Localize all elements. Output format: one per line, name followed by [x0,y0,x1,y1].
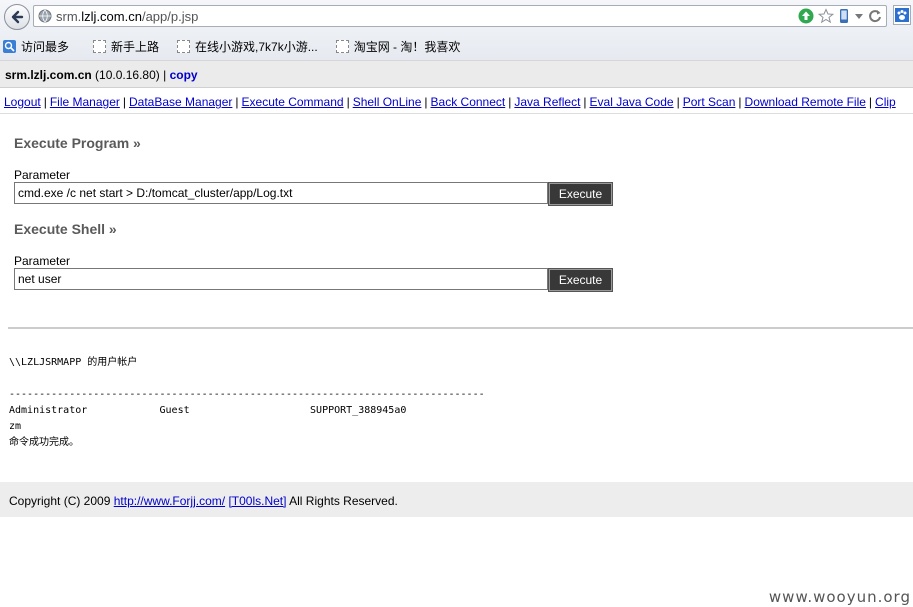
output-line: zm [9,421,22,432]
nav-link-clip[interactable]: Clip [875,95,896,109]
nav-link-back-connect[interactable]: Back Connect [431,95,506,109]
nav-separator: | [43,95,47,109]
execute-program-button[interactable]: Execute [548,182,613,206]
nav-separator: | [583,95,587,109]
nav-link-shell-online[interactable]: Shell OnLine [353,95,422,109]
t00ls-link[interactable]: [T00ls.Net] [228,494,286,508]
execute-program-title: Execute Program » [14,135,141,151]
reload-icon[interactable] [868,8,882,24]
execute-shell-button[interactable]: Execute [548,268,613,292]
nav-link-logout[interactable]: Logout [4,95,41,109]
url-text: srm.lzlj.com.cn/app/p.jsp [56,9,199,24]
host-ip: (10.0.16.80) [95,68,160,82]
most-visited-icon [3,39,16,53]
bookmark-7k7k[interactable]: 在线小游戏,7k7k小游... [177,38,318,55]
mobile-icon[interactable] [838,8,850,24]
host-info-bar: srm.lzlj.com.cn (10.0.16.80) | copy [0,60,913,88]
back-button[interactable] [4,4,30,30]
dropdown-arrow-icon[interactable] [854,8,864,24]
main-nav: Logout | File Manager | DataBase Manager | Exe… [0,88,913,114]
nav-link-database-manager[interactable]: DataBase Manager [129,95,232,109]
page-icon [177,39,191,53]
host-name: srm.lzlj.com.cn [5,68,92,82]
page-icon [93,39,107,53]
star-bookmark-icon[interactable] [818,8,834,24]
browser-toolbar: srm.lzlj.com.cn/app/p.jsp 访问最多 新手上路 在线小游… [0,0,913,60]
baidu-search-button[interactable] [893,5,911,25]
copyright-text: Copyright (C) 2009 [9,494,111,508]
copy-link[interactable]: copy [170,68,198,82]
footer: Copyright (C) 2009 http://www.Forjj.com/… [0,482,913,517]
divider [8,327,913,329]
bookmark-taobao[interactable]: 淘宝网 - 淘！我喜欢 [335,38,460,55]
paw-icon [895,8,909,22]
rights-text: All Rights Reserved. [289,494,398,508]
forjj-link[interactable]: http://www.Forjj.com/ [114,494,225,508]
nav-link-port-scan[interactable]: Port Scan [683,95,736,109]
go-icon[interactable] [798,8,814,24]
nav-separator: | [346,95,350,109]
program-parameter-label: Parameter [14,168,71,182]
nav-link-java-reflect[interactable]: Java Reflect [514,95,580,109]
nav-separator: | [508,95,512,109]
nav-link-execute-command[interactable]: Execute Command [242,95,344,109]
address-bar[interactable]: srm.lzlj.com.cn/app/p.jsp [33,5,887,27]
bookmarks-toolbar: 访问最多 新手上路 在线小游戏,7k7k小游... 淘宝网 - 淘！我喜欢 [0,35,913,57]
nav-separator: | [424,95,428,109]
host-separator: | [163,68,167,82]
output-line: 命令成功完成。 [9,437,79,448]
nav-separator: | [868,95,873,109]
program-parameter-input[interactable] [14,182,548,204]
shell-parameter-input[interactable] [14,268,548,290]
nav-link-file-manager[interactable]: File Manager [50,95,120,109]
nav-separator: | [676,95,680,109]
nav-separator: | [122,95,126,109]
nav-link-eval-java-code[interactable]: Eval Java Code [590,95,674,109]
arrow-left-icon [11,10,24,24]
output-line: \\LZLJSRMAPP 的用户帐户 [9,357,138,368]
command-output: \\LZLJSRMAPP 的用户帐户 ---------------------… [9,355,485,451]
shell-parameter-label: Parameter [14,254,71,268]
output-line: Administrator Guest SUPPORT_388945a0 [9,405,407,416]
watermark: www.wooyun.org [768,588,911,606]
nav-link-download-remote-file[interactable]: Download Remote File [745,95,866,109]
globe-icon [38,9,52,23]
execute-shell-title: Execute Shell » [14,221,117,237]
bookmark-getting-started[interactable]: 新手上路 [93,38,159,55]
nav-separator: | [738,95,742,109]
output-line: ----------------------------------------… [9,389,485,400]
bookmark-most-visited[interactable]: 访问最多 [3,38,69,55]
nav-separator: | [235,95,239,109]
page-icon [335,39,349,53]
